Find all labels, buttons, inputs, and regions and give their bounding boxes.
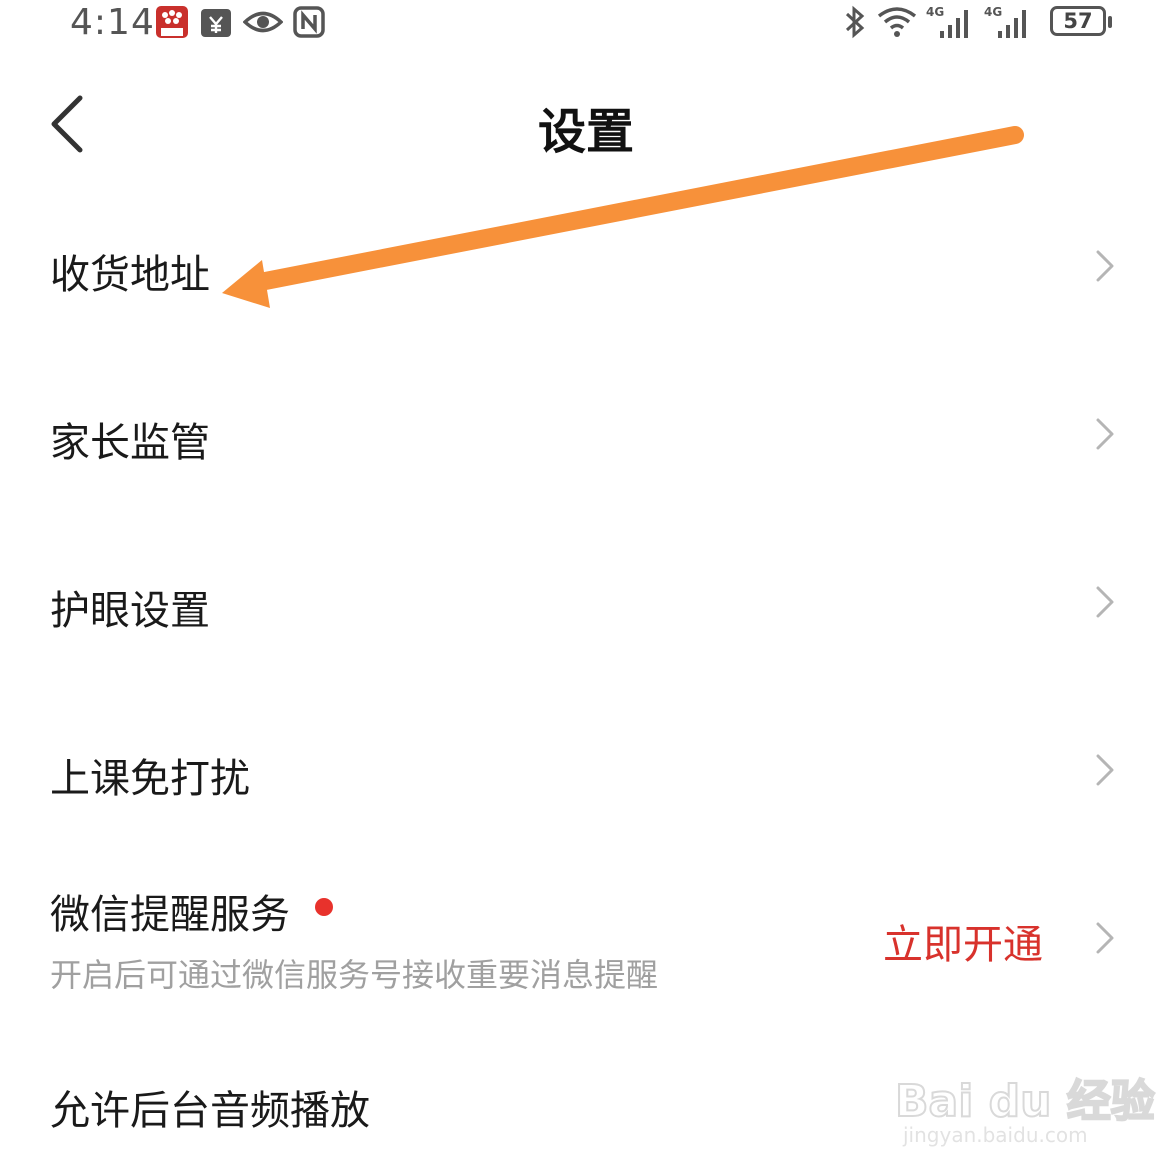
nav-bar: 设置	[0, 72, 1172, 172]
chevron-right-icon	[1096, 754, 1114, 786]
settings-item-wechat-reminder[interactable]: 微信提醒服务 开启后可通过微信服务号接收重要消息提醒 立即开通	[0, 860, 1172, 1010]
nfc-icon	[293, 6, 325, 38]
settings-item-subtitle: 开启后可通过微信服务号接收重要消息提醒	[50, 956, 659, 994]
settings-item-label: 允许后台音频播放	[50, 1088, 370, 1134]
settings-item-label: 上课免打扰	[50, 756, 250, 802]
settings-item-shipping-address[interactable]: 收货地址	[0, 210, 1172, 320]
battery-indicator: 57	[1050, 6, 1112, 36]
settings-item-label: 微信提醒服务	[50, 892, 290, 938]
watermark-logo: Bai du 经验	[894, 1075, 1156, 1128]
baidu-watermark: Bai du 经验 jingyan.baidu.com	[894, 1045, 1156, 1155]
settings-item-label: 收货地址	[50, 252, 210, 298]
network-label-sim2: 4G	[984, 5, 1002, 19]
enable-now-button[interactable]: 立即开通	[883, 912, 1043, 970]
network-label-sim1: 4G	[926, 5, 944, 19]
watermark-url: jingyan.baidu.com	[903, 1123, 1088, 1147]
settings-item-class-dnd[interactable]: 上课免打扰	[0, 714, 1172, 824]
chevron-right-icon	[1096, 418, 1114, 450]
settings-item-eye-protection[interactable]: 护眼设置	[0, 546, 1172, 656]
status-icons-left	[155, 5, 325, 39]
status-time: 4:14	[70, 2, 155, 43]
settings-item-label: 家长监管	[50, 420, 210, 466]
signal-icon-sim1: 4G	[926, 5, 968, 38]
chevron-right-icon	[1096, 250, 1114, 282]
signal-icon-sim2: 4G	[984, 5, 1026, 38]
chevron-right-icon	[1096, 922, 1114, 954]
bluetooth-icon	[845, 5, 865, 39]
status-icons-right: 4G 4G	[842, 4, 1034, 40]
618-app-icon	[156, 6, 188, 38]
eye-icon	[243, 11, 283, 33]
wallet-icon	[201, 9, 231, 37]
settings-item-label: 护眼设置	[50, 588, 210, 634]
chevron-right-icon	[1096, 586, 1114, 618]
page-title: 设置	[537, 104, 634, 160]
status-bar: 4:14 4G 4G 57	[0, 0, 1172, 48]
new-badge-dot	[315, 898, 333, 916]
wifi-icon	[877, 7, 917, 37]
settings-item-parental-control[interactable]: 家长监管	[0, 378, 1172, 488]
